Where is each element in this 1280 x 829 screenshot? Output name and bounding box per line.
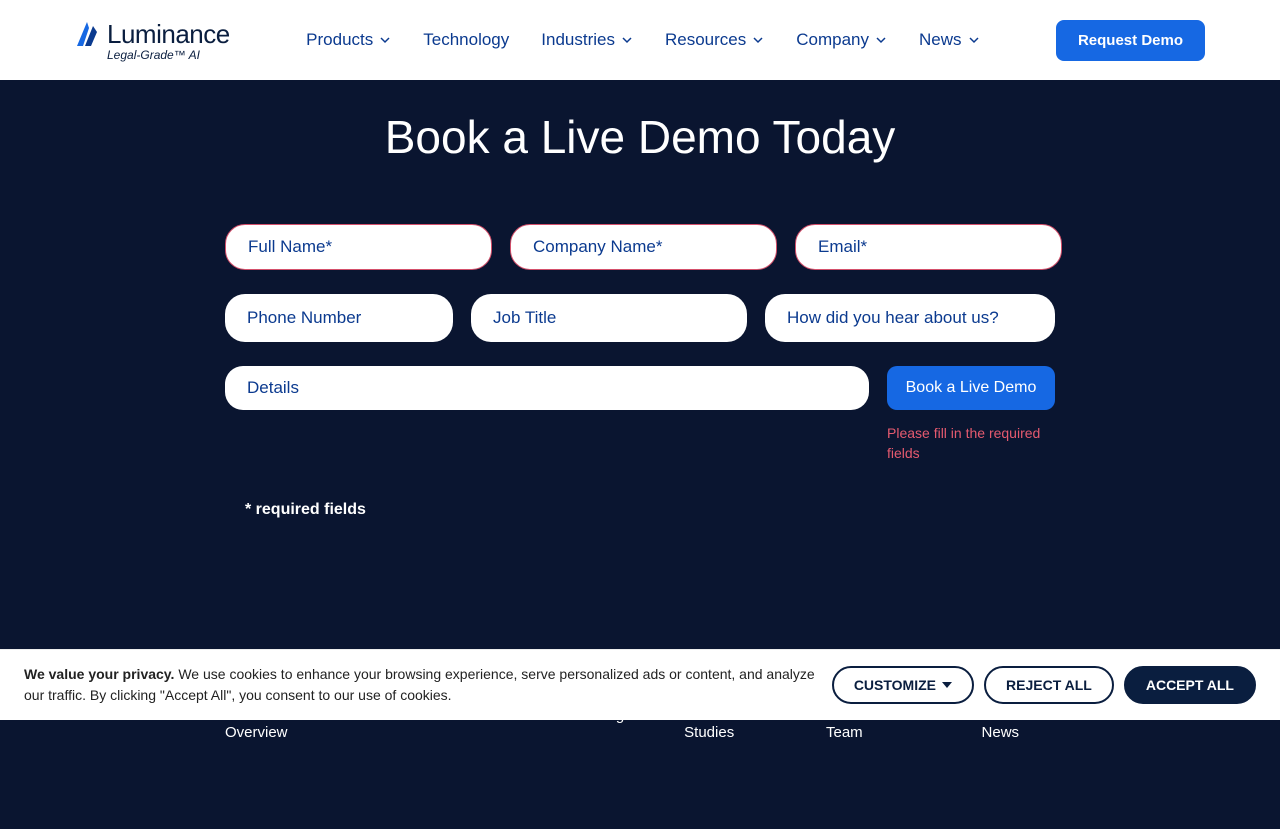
required-fields-note: * required fields [245,501,1055,519]
nav-label: Technology [423,30,509,50]
nav-label: Industries [541,30,615,50]
nav-label: Resources [665,30,746,50]
nav-company[interactable]: Company [796,30,887,50]
cookie-customize-button[interactable]: CUSTOMIZE [832,666,974,704]
nav-label: Company [796,30,869,50]
chevron-down-icon [621,34,633,46]
form-error-message: Please fill in the required fields [887,424,1055,463]
page-title: Book a Live Demo Today [0,110,1280,164]
email-input[interactable] [795,224,1062,270]
company-name-input[interactable] [510,224,777,270]
brand-name: Luminance [107,19,230,50]
brand-tagline: Legal-Grade™ AI [107,48,230,62]
main-nav: Products Technology Industries Resources… [306,30,979,50]
nav-news[interactable]: News [919,30,980,50]
phone-input[interactable] [225,294,453,342]
book-demo-button[interactable]: Book a Live Demo [887,366,1055,410]
cookie-customize-label: CUSTOMIZE [854,677,936,693]
hear-about-input[interactable] [765,294,1055,342]
cookie-text: We value your privacy. We use cookies to… [24,664,832,706]
chevron-down-icon [875,34,887,46]
logo[interactable]: Luminance Legal-Grade™ AI [75,19,230,62]
nav-label: News [919,30,962,50]
details-input[interactable] [225,366,869,410]
request-demo-button[interactable]: Request Demo [1056,20,1205,61]
cookie-banner: We value your privacy. We use cookies to… [0,649,1280,720]
triangle-down-icon [942,682,952,688]
header: Luminance Legal-Grade™ AI Products Techn… [0,0,1280,80]
nav-resources[interactable]: Resources [665,30,764,50]
nav-industries[interactable]: Industries [541,30,633,50]
nav-products[interactable]: Products [306,30,391,50]
demo-form: Book a Live Demo Please fill in the requ… [225,224,1055,519]
nav-label: Products [306,30,373,50]
cookie-reject-button[interactable]: REJECT ALL [984,666,1114,704]
job-title-input[interactable] [471,294,747,342]
chevron-down-icon [968,34,980,46]
nav-technology[interactable]: Technology [423,30,509,50]
cookie-accept-button[interactable]: ACCEPT ALL [1124,666,1256,704]
cookie-heading: We value your privacy. [24,666,174,682]
chevron-down-icon [752,34,764,46]
chevron-down-icon [379,34,391,46]
full-name-input[interactable] [225,224,492,270]
logo-icon [75,20,99,48]
